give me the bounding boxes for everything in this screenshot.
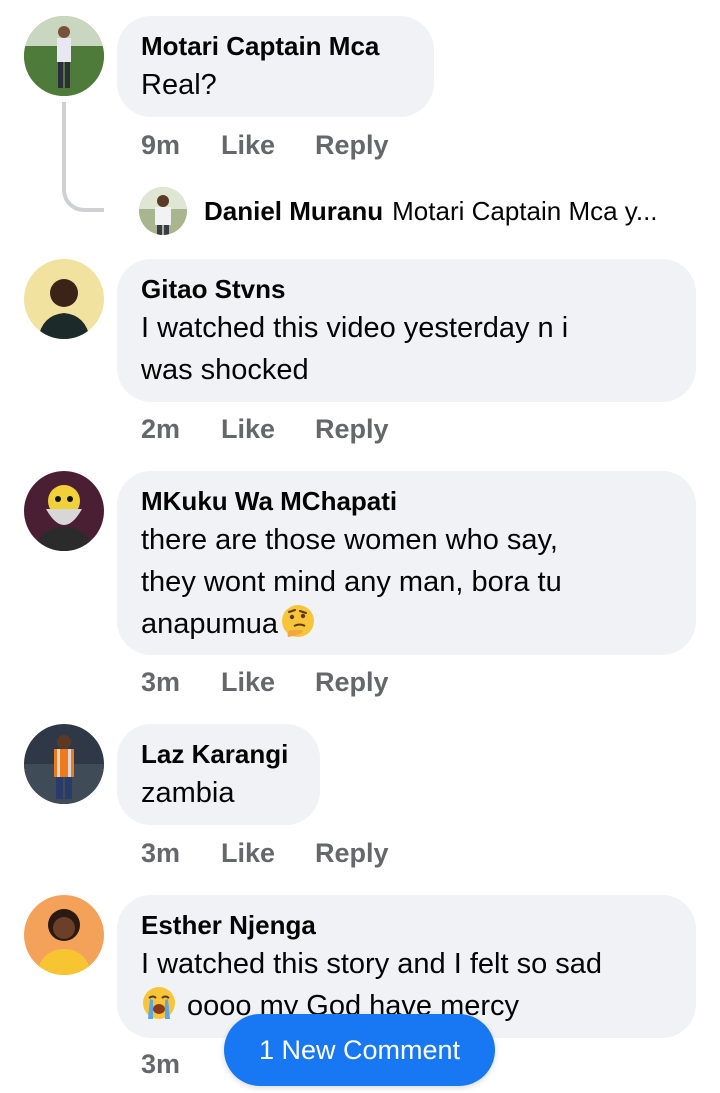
reply-button[interactable]: Reply (315, 838, 389, 869)
like-button[interactable]: Like (221, 838, 315, 869)
avatar[interactable] (139, 187, 187, 235)
reply-button[interactable]: Reply (315, 414, 389, 445)
comment-actions: 9m Like Reply (141, 127, 389, 163)
comment-time[interactable]: 9m (141, 130, 221, 161)
comment-actions: 2m Like Reply (141, 411, 389, 447)
comment-author[interactable]: Motari Captain Mca (141, 30, 410, 62)
comment-time[interactable]: 2m (141, 414, 221, 445)
comment-text: Real? (141, 69, 217, 101)
avatar[interactable] (24, 895, 104, 975)
avatar[interactable] (24, 16, 104, 96)
comment-author[interactable]: Esther Njenga (141, 909, 672, 941)
like-button[interactable]: Like (221, 414, 315, 445)
comment-actions: 3m Like Reply (141, 835, 389, 871)
comment-text-line: was shocked (141, 354, 309, 386)
new-comment-button[interactable]: 1 New Comment (224, 1014, 495, 1086)
comment-actions: 3m Like Reply (141, 664, 389, 700)
loudly-crying-face-icon (143, 987, 175, 1019)
comment-text-line-with-emoji: anapumua (141, 603, 672, 645)
comment-time[interactable]: 3m (141, 838, 221, 869)
avatar[interactable] (24, 471, 104, 551)
reply-button[interactable]: Reply (315, 667, 389, 698)
comment-bubble: Motari Captain Mca Real? (117, 16, 434, 117)
like-button[interactable]: Like (221, 130, 315, 161)
comment-time[interactable]: 3m (141, 1049, 221, 1080)
comment-text-line: I watched this story and I felt so sad (141, 948, 603, 980)
avatar[interactable] (24, 259, 104, 339)
thread-line (62, 102, 104, 212)
comment-text-line: I watched this video yesterday n i (141, 312, 569, 344)
reply-button[interactable]: Reply (315, 130, 389, 161)
comment-actions: 3m (141, 1046, 221, 1082)
thinking-face-icon (282, 605, 315, 637)
comment-time[interactable]: 3m (141, 667, 221, 698)
comment-bubble: MKuku Wa MChapati there are those women … (117, 471, 696, 655)
comment-author[interactable]: MKuku Wa MChapati (141, 485, 672, 517)
comment-bubble: Laz Karangi zambia (117, 724, 320, 825)
comment-author[interactable]: Laz Karangi (141, 738, 296, 770)
comment-text: zambia (141, 777, 235, 809)
like-button[interactable]: Like (221, 667, 315, 698)
reply-preview[interactable]: Daniel Muranu Motari Captain Mca y... (139, 186, 658, 236)
avatar[interactable] (24, 724, 104, 804)
comment-bubble: Gitao Stvns I watched this video yesterd… (117, 259, 696, 402)
comment-author[interactable]: Gitao Stvns (141, 273, 672, 305)
comment-text-line: anapumua (141, 608, 279, 640)
comment-text-line: there are those women who say, (141, 524, 558, 556)
comment-text-line: they wont mind any man, bora tu (141, 566, 562, 598)
reply-text: Motari Captain Mca y... (392, 195, 658, 226)
reply-author[interactable]: Daniel Muranu (204, 196, 383, 227)
